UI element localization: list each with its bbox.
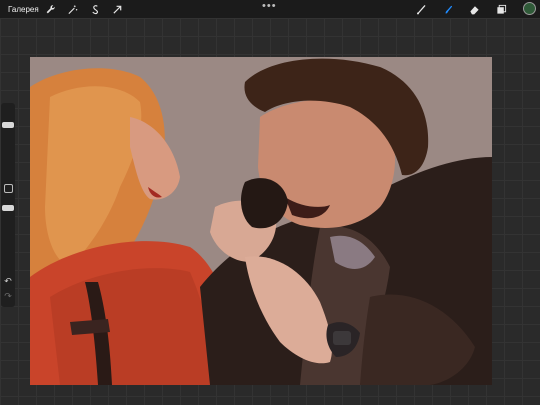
modify-button[interactable] <box>4 184 13 193</box>
magic-wand-icon[interactable] <box>65 2 79 16</box>
top-toolbar: Галерея ••• <box>0 0 540 18</box>
wrench-icon[interactable] <box>43 2 57 16</box>
undo-button[interactable]: ↶ <box>3 276 13 286</box>
more-menu-button[interactable]: ••• <box>262 1 277 12</box>
selection-icon[interactable] <box>88 2 102 16</box>
left-sidebar: ↶ ↷ <box>1 103 15 307</box>
color-picker-swatch[interactable] <box>523 2 536 15</box>
eraser-icon[interactable] <box>467 2 481 16</box>
drawing-canvas[interactable] <box>30 57 492 385</box>
opacity-slider[interactable] <box>2 205 14 211</box>
layers-icon[interactable] <box>494 2 508 16</box>
smudge-icon[interactable] <box>441 2 455 16</box>
brush-icon[interactable] <box>414 2 428 16</box>
redo-button[interactable]: ↷ <box>3 291 13 301</box>
brush-size-slider[interactable] <box>2 122 14 128</box>
transform-arrow-icon[interactable] <box>110 2 124 16</box>
gallery-button[interactable]: Галерея <box>8 5 39 14</box>
artwork <box>30 57 492 385</box>
